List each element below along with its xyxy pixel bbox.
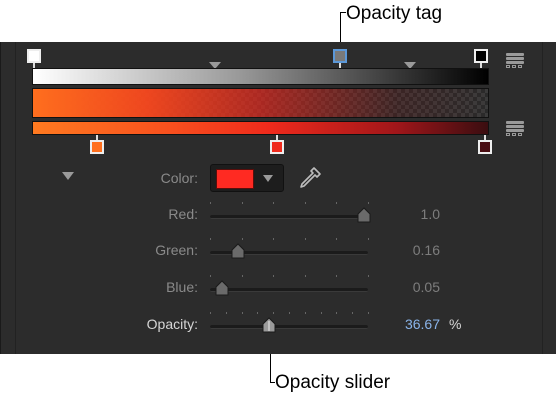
panel-edge-left <box>15 42 16 354</box>
opacity-tag-left[interactable] <box>27 49 41 68</box>
opacity-options-button[interactable] <box>506 53 524 68</box>
opacity-slider-track[interactable] <box>210 325 368 329</box>
opacity-slider-leader-h <box>270 382 275 383</box>
disclosure-triangle-icon[interactable] <box>62 172 74 180</box>
blue-slider-tick <box>241 275 243 277</box>
red-slider-knob[interactable] <box>357 207 371 223</box>
green-value[interactable]: 0.16 <box>380 242 440 258</box>
green-slider-tick <box>210 238 211 240</box>
color-swatch[interactable] <box>216 169 254 189</box>
opacity-slider-tick <box>210 312 211 314</box>
green-slider[interactable] <box>210 238 369 259</box>
opacity-tag-leader-h <box>340 12 346 13</box>
green-slider-tick <box>368 238 369 240</box>
red-value[interactable]: 1.0 <box>380 206 440 222</box>
green-label: Green: <box>155 242 198 258</box>
opacity-slider-tick <box>289 312 290 314</box>
opacity-slider-tick <box>352 312 354 314</box>
color-tag-right[interactable] <box>478 135 492 154</box>
panel-edge-right <box>542 42 543 354</box>
gradient-preview-bar <box>32 88 489 118</box>
opacity-slider-tick <box>225 312 227 314</box>
opacity-gradient-bar[interactable] <box>32 68 489 85</box>
eyedropper-icon[interactable] <box>296 164 324 192</box>
green-slider-tick <box>241 238 243 240</box>
blue-slider-track[interactable] <box>210 288 368 292</box>
opacity-slider-knob[interactable] <box>262 317 276 333</box>
red-slider-tick <box>273 202 275 204</box>
green-slider-tick <box>336 238 338 240</box>
color-label: Color: <box>160 170 198 186</box>
opacity-slider-tick <box>320 312 322 314</box>
red-slider-tick <box>210 202 211 204</box>
blue-slider[interactable] <box>210 275 369 296</box>
opacity-slider-tick <box>273 312 275 314</box>
color-tag-left[interactable] <box>90 135 104 154</box>
color-well[interactable] <box>210 164 284 192</box>
red-label: Red: <box>168 206 198 222</box>
blue-slider-tick <box>304 275 306 277</box>
color-tag-middle[interactable] <box>270 135 284 154</box>
opacity-unit: % <box>449 316 462 332</box>
opacity-slider-tick <box>368 312 369 314</box>
opacity-slider-tick <box>241 312 243 314</box>
green-slider-knob[interactable] <box>231 243 245 259</box>
red-slider-tick <box>336 202 338 204</box>
opacity-slider[interactable] <box>210 312 369 333</box>
blue-slider-knob[interactable] <box>215 280 229 296</box>
color-options-button[interactable] <box>506 121 524 136</box>
blue-value[interactable]: 0.05 <box>380 279 440 295</box>
red-slider-tick <box>304 202 306 204</box>
red-slider-tick <box>241 202 243 204</box>
blue-slider-tick <box>273 275 275 277</box>
opacity-slider-tick <box>257 312 259 314</box>
opacity-slider-callout: Opacity slider <box>275 372 391 393</box>
opacity-label: Opacity: <box>146 316 198 332</box>
blue-label: Blue: <box>166 279 198 295</box>
red-slider-track[interactable] <box>210 215 368 219</box>
opacity-value[interactable]: 36.67 <box>380 316 440 332</box>
opacity-tag-callout: Opacity tag <box>346 3 443 24</box>
green-slider-tick <box>273 238 275 240</box>
red-slider-tick <box>368 202 369 204</box>
blue-slider-tick <box>368 275 369 277</box>
popup-arrow-icon[interactable] <box>263 175 273 182</box>
color-gradient-bar[interactable] <box>32 121 489 135</box>
opacity-tag-selected[interactable] <box>333 49 347 68</box>
blue-slider-tick <box>210 275 211 277</box>
blue-slider-tick <box>336 275 338 277</box>
opacity-tag-right[interactable] <box>474 49 488 68</box>
opacity-slider-tick <box>304 312 306 314</box>
green-slider-tick <box>304 238 306 240</box>
opacity-slider-tick <box>336 312 338 314</box>
red-slider[interactable] <box>210 202 371 223</box>
